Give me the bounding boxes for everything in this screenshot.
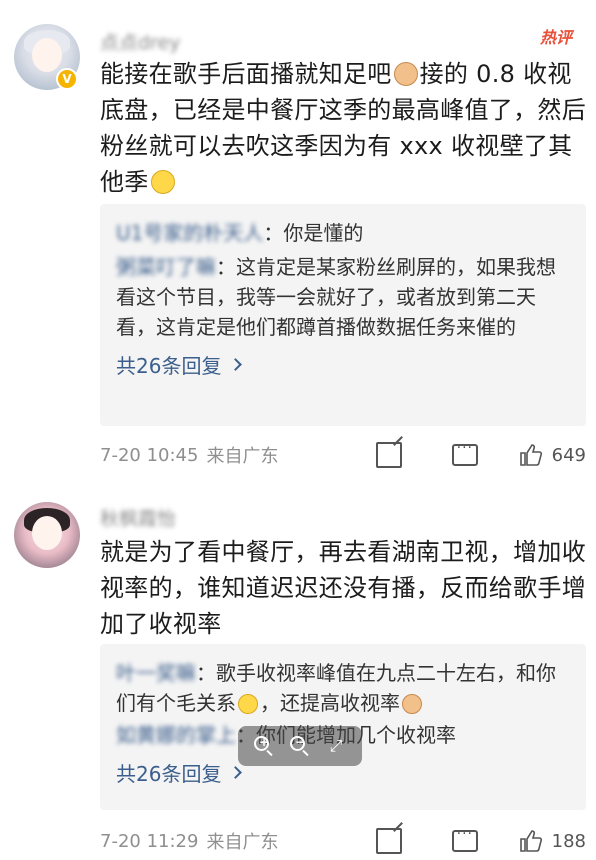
comment-time: 7-20 10:45: [100, 444, 199, 466]
cat-emoji-icon: [393, 62, 418, 86]
more-replies-label: 共26条回复: [116, 354, 222, 378]
laugh-emoji-icon: [238, 694, 258, 714]
reply-line: 粥菜叮了嘛：这肯定是某家粉丝刷屏的，如果我想看这个节目，我等一会就好了，或者放到…: [116, 252, 570, 342]
zoom-sign: +: [259, 735, 270, 749]
more-replies-label: 共26条回复: [116, 762, 222, 786]
zoom-glass: −: [290, 735, 306, 751]
comment-text-part: 能接在歌手后面播就知足吧: [100, 60, 392, 88]
image-toolbar: + − ⤢: [238, 726, 362, 766]
chevron-right-icon: [229, 766, 243, 779]
like-count: 188: [551, 830, 586, 852]
reply-line: 叶一奖嘛：歌手收视率峰值在九点二十左右，和你们有个毛关系 ，还提高收视率: [116, 658, 570, 718]
comment-actions: 649: [326, 440, 586, 470]
zoom-glass: +: [254, 735, 270, 751]
avatar-face: [32, 516, 62, 550]
share-icon[interactable]: [375, 828, 402, 854]
zoom-in-icon[interactable]: +: [254, 735, 274, 756]
username[interactable]: 点点drey: [100, 28, 180, 55]
zoom-sign: −: [295, 735, 306, 749]
comment-text: 就是为了看中餐厅，再去看湖南卫视，增加收视率的，谁知道迟迟还没有播，反而给歌手增…: [100, 534, 586, 642]
cat-emoji-icon: [402, 694, 422, 714]
comment-meta: 7-20 11:29 来自广东 188: [100, 826, 586, 856]
username[interactable]: 秋枫霞怡: [100, 504, 176, 531]
reply-author[interactable]: 粥菜叮了嘛: [116, 255, 216, 279]
comment-text-part: 就是为了看中餐厅，再去看湖南卫视，增加收视率的，谁知道迟迟还没有播，反而给歌手增…: [100, 538, 586, 638]
like-icon[interactable]: [518, 829, 544, 853]
comment-time: 7-20 11:29: [100, 830, 199, 852]
comment-item-1: V 点点drey 热评 能接在歌手后面播就知足吧 接的 0.8 收视底盘，已经是中…: [0, 0, 596, 480]
view-more-replies-link[interactable]: 共26条回复: [116, 350, 243, 379]
reply-text-tail: ，还提高收视率: [260, 691, 400, 715]
comment-icon[interactable]: [451, 826, 478, 852]
reply-author[interactable]: 如黄娜的掌上: [116, 723, 236, 747]
reply-author[interactable]: U1号家的朴天人: [116, 221, 263, 245]
view-more-replies-link[interactable]: 共26条回复: [116, 758, 243, 787]
reply-author[interactable]: 叶一奖嘛: [116, 661, 196, 685]
user-avatar[interactable]: [14, 502, 80, 568]
zoom-out-icon[interactable]: −: [290, 735, 310, 756]
comment-icon[interactable]: [451, 440, 478, 466]
share-icon[interactable]: [375, 442, 402, 468]
comment-item-2: 秋枫霞怡 就是为了看中餐厅，再去看湖南卫视，增加收视率的，谁知道迟迟还没有播，反…: [0, 480, 596, 860]
comment-location: 来自广东: [206, 446, 279, 467]
comment-text: 能接在歌手后面播就知足吧 接的 0.8 收视底盘，已经是中餐厅这季的最高峰值了，然…: [100, 56, 586, 200]
comment-location: 来自广东: [206, 832, 279, 853]
chevron-right-icon: [229, 358, 243, 371]
comment-meta: 7-20 10:45 来自广东 649: [100, 440, 586, 470]
laugh-emoji-icon: [150, 170, 175, 194]
reply-preview-box[interactable]: U1号家的朴天人：你是懂的 粥菜叮了嘛：这肯定是某家粉丝刷屏的，如果我想看这个节…: [100, 204, 586, 426]
reply-text: ：你是懂的: [263, 221, 364, 245]
comment-actions: 188: [326, 826, 586, 856]
reply-line: U1号家的朴天人：你是懂的: [116, 218, 570, 248]
like-count: 649: [551, 444, 586, 466]
hot-comment-tag: 热评: [540, 28, 573, 47]
verified-badge-icon: V: [56, 68, 78, 90]
avatar-face: [32, 38, 62, 72]
expand-icon[interactable]: ⤢: [326, 736, 346, 756]
like-icon[interactable]: [518, 443, 544, 467]
